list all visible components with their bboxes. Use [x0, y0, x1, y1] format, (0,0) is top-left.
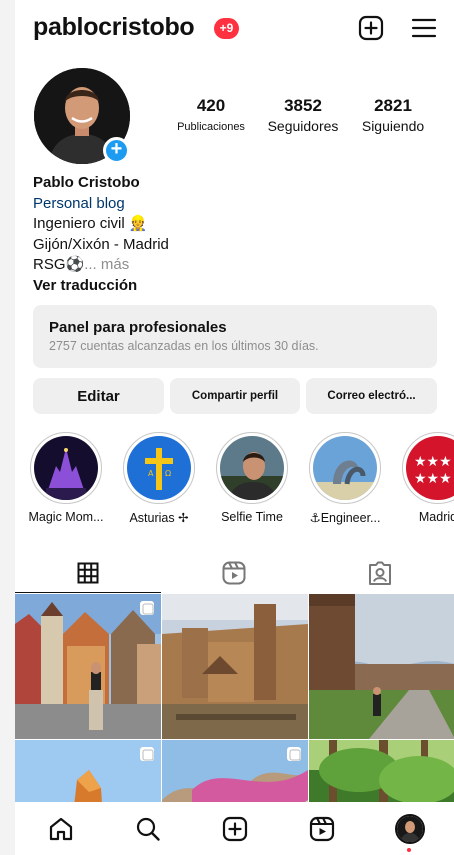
highlight-label: Madrid: [418, 510, 454, 524]
home-icon[interactable]: [47, 815, 75, 843]
bio-line: RSG⚽️: [33, 256, 85, 273]
highlight-item[interactable]: Selfie Time: [212, 432, 292, 524]
svg-text:Ω: Ω: [165, 469, 171, 478]
bio-line-more: RSG⚽️... más: [33, 255, 433, 276]
plus-square-icon[interactable]: [357, 14, 385, 42]
highlight-thumb: AΩ: [127, 436, 191, 500]
profile-avatar[interactable]: +: [34, 68, 130, 164]
create-icon[interactable]: [221, 815, 249, 843]
following-count: 2821: [374, 96, 412, 115]
post-thumbnail[interactable]: [309, 594, 454, 739]
highlight-thumb: [313, 436, 377, 500]
multi-photo-icon: [140, 601, 154, 615]
bio-line: Ingeniero civil 👷: [33, 215, 148, 232]
highlight-item[interactable]: AΩ Asturias ✢: [119, 432, 199, 525]
menu-icon[interactable]: [410, 14, 438, 42]
followers-label: Seguidores: [267, 118, 339, 134]
svg-text:★★★: ★★★: [414, 454, 452, 470]
tab-reels[interactable]: [161, 553, 307, 593]
highlight-thumb: ★★★ ★★★: [406, 436, 454, 500]
following-label: Siguiendo: [361, 118, 425, 134]
display-name: Pablo Cristobo: [33, 174, 140, 191]
email-button[interactable]: Correo electró...: [306, 378, 437, 414]
share-profile-button[interactable]: Compartir perfil: [170, 378, 300, 414]
highlight-label: ⚓Engineer...: [309, 511, 381, 525]
active-tab-indicator: [15, 592, 161, 593]
followers-count: 3852: [284, 96, 322, 115]
highlight-label: Asturias ✢: [129, 511, 189, 525]
notification-badge[interactable]: +9: [214, 18, 239, 39]
svg-text:A: A: [148, 469, 154, 478]
top-bar: pablocristobo +9: [15, 0, 454, 58]
bio-line: Gijón/Xixón - Madrid: [33, 235, 169, 253]
stat-following[interactable]: 2821 Siguiendo: [353, 96, 433, 134]
active-indicator-dot: [407, 848, 411, 852]
dashboard-subtitle: 2757 cuentas alcanzadas en los últimos 3…: [49, 339, 319, 353]
tab-grid[interactable]: [15, 553, 161, 593]
highlight-thumb: [220, 436, 284, 500]
profile-screen: pablocristobo +9 + 420 Publicaciones 385…: [15, 0, 454, 855]
bio: Pablo Cristobo Personal blog Ingeniero c…: [33, 173, 433, 296]
stat-posts[interactable]: 420 Publicaciones: [171, 96, 251, 133]
bottom-nav: [15, 802, 454, 855]
highlight-label: Magic Mom...: [28, 510, 104, 524]
multi-photo-icon: [287, 747, 301, 761]
more-link[interactable]: ... más: [84, 256, 129, 273]
dashboard-title: Panel para profesionales: [49, 319, 227, 336]
multi-photo-icon: [140, 747, 154, 761]
post-thumbnail[interactable]: [162, 594, 308, 739]
grid-icon: [77, 562, 99, 584]
posts-count: 420: [196, 96, 226, 115]
category-label[interactable]: Personal blog: [33, 194, 433, 215]
add-story-icon[interactable]: +: [103, 137, 130, 164]
profile-avatar-nav[interactable]: [395, 814, 425, 844]
tab-tagged[interactable]: [307, 553, 453, 593]
highlight-label: Selfie Time: [221, 510, 283, 524]
translate-link[interactable]: Ver traducción: [33, 276, 433, 297]
highlight-item[interactable]: Magic Mom...: [26, 432, 106, 524]
highlight-item[interactable]: ⚓Engineer...: [305, 432, 385, 525]
reels-icon: [222, 561, 246, 585]
search-icon[interactable]: [134, 815, 162, 843]
stat-followers[interactable]: 3852 Seguidores: [258, 96, 348, 134]
username-title[interactable]: pablocristobo: [33, 13, 195, 42]
post-thumbnail[interactable]: [15, 594, 161, 739]
posts-label: Publicaciones: [177, 121, 245, 133]
tagged-icon: [369, 561, 391, 585]
edit-profile-button[interactable]: Editar: [33, 378, 164, 414]
highlight-thumb: [34, 436, 98, 500]
reels-icon[interactable]: [308, 815, 336, 843]
highlight-item[interactable]: ★★★ ★★★ Madrid: [398, 432, 454, 524]
professional-dashboard[interactable]: Panel para profesionales 2757 cuentas al…: [33, 305, 437, 368]
svg-text:★★★: ★★★: [414, 471, 452, 487]
